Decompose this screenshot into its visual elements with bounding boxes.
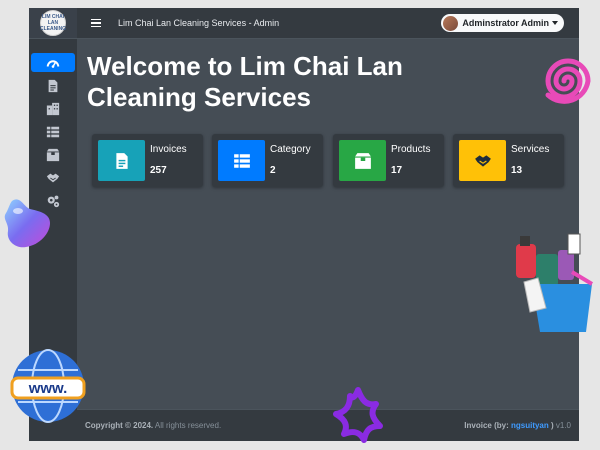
card-count: 13 [511, 165, 523, 176]
sidebar-item-services[interactable] [29, 168, 77, 187]
copyright-text: Copyright © 2024. All rights reserved. [85, 421, 221, 430]
list-icon [233, 153, 250, 168]
sidebar-nav [29, 39, 77, 210]
purple-star-sticker [333, 387, 383, 443]
menu-toggle-icon[interactable] [91, 18, 101, 28]
user-name: Adminstrator Admin [462, 18, 549, 28]
sidebar-item-company[interactable] [29, 99, 77, 118]
card-icon-box [98, 140, 145, 181]
card-products[interactable]: Products 17 [333, 134, 444, 187]
list-icon [46, 126, 60, 137]
page-title: Welcome to Lim Chai Lan Cleaning Service… [87, 51, 403, 112]
top-navbar: Lim Chai Lan Cleaning Services - Admin A… [77, 8, 579, 39]
credit-text: Invoice (by: ngsuityan ) v1.0 [464, 421, 571, 430]
svg-text:www.: www. [28, 380, 68, 397]
sidebar-item-categories[interactable] [29, 122, 77, 141]
card-invoices[interactable]: Invoices 257 [92, 134, 203, 187]
handshake-icon [474, 154, 491, 167]
company-logo: LIM CHAI LAN CLEANING [40, 10, 66, 36]
content-area: Welcome to Lim Chai Lan Cleaning Service… [77, 39, 579, 409]
cleaning-supplies-sticker [516, 233, 594, 332]
card-label: Products [391, 144, 431, 155]
sidebar-item-dashboard[interactable] [31, 53, 75, 72]
card-count: 257 [150, 165, 167, 176]
card-label: Services [511, 144, 550, 155]
version-text: v1.0 [555, 421, 571, 430]
credit-suffix: ) [548, 421, 556, 430]
caret-down-icon [552, 21, 558, 25]
app-title: Lim Chai Lan Cleaning Services - Admin [118, 18, 280, 28]
sidebar-item-invoices[interactable] [29, 76, 77, 95]
author-link[interactable]: ngsuityan [511, 421, 549, 430]
invoice-icon [48, 79, 58, 92]
blob-sticker [4, 199, 50, 248]
card-icon-box [218, 140, 265, 181]
card-count: 2 [270, 165, 276, 176]
card-label: Invoices [150, 144, 187, 155]
invoice-prefix: Invoice (by: [464, 421, 511, 430]
user-menu-button[interactable]: Adminstrator Admin [441, 14, 564, 32]
rights-text: All rights reserved. [153, 421, 222, 430]
dashboard-icon [46, 59, 60, 68]
admin-app-window: LIM CHAI LAN CLEANING Lim Chai Lan Clean… [29, 8, 579, 441]
pink-spiral-sticker [545, 58, 591, 104]
card-category[interactable]: Category 2 [212, 134, 323, 187]
www-globe-sticker: www. [10, 349, 86, 423]
building-icon [46, 102, 60, 115]
brand-logo-link[interactable]: LIM CHAI LAN CLEANING [29, 8, 77, 39]
card-services[interactable]: Services 13 [453, 134, 564, 187]
card-count: 17 [391, 165, 403, 176]
handshake-icon [46, 173, 60, 182]
card-label: Category [270, 144, 311, 155]
box-icon [354, 152, 371, 169]
document-icon [115, 152, 128, 169]
box-icon [46, 148, 60, 161]
sidebar-item-products[interactable] [29, 145, 77, 164]
copyright-year: Copyright © 2024. [85, 421, 154, 430]
avatar [443, 15, 459, 31]
card-icon-box [459, 140, 506, 181]
card-icon-box [339, 140, 386, 181]
